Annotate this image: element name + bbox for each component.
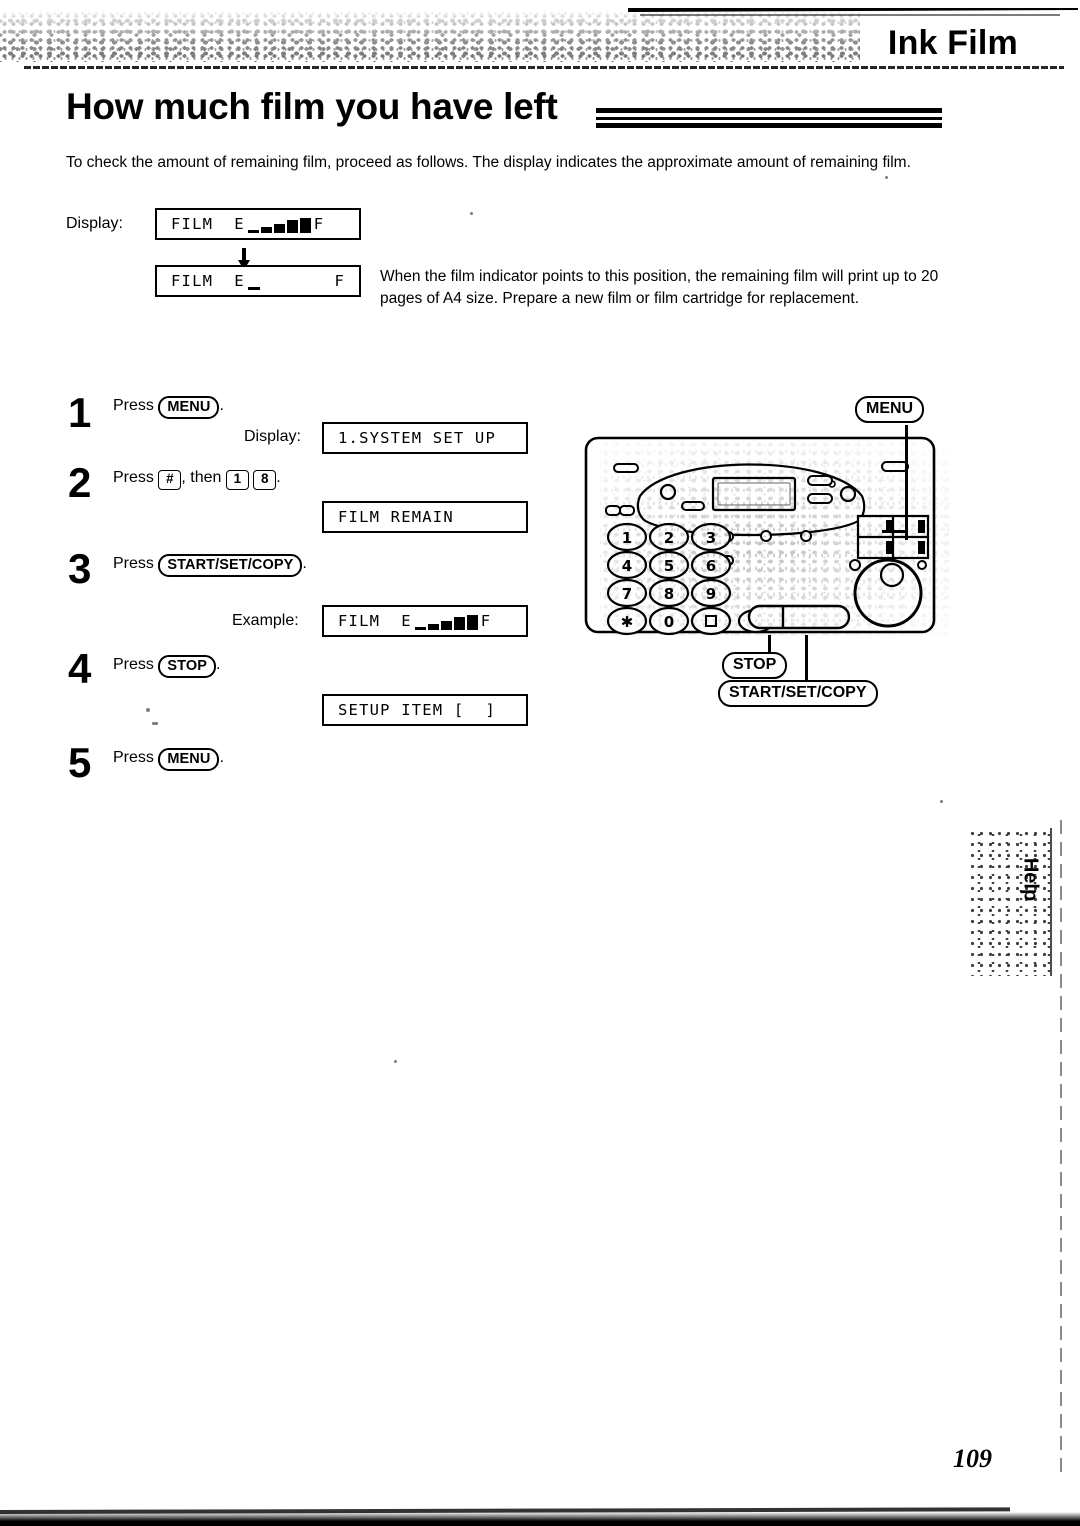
lcd-setup-item: SETUP ITEM [ ] <box>322 694 528 726</box>
film-low-note: When the film indicator points to this p… <box>380 268 939 307</box>
svg-text:7: 7 <box>622 585 632 603</box>
callout-stop[interactable]: STOP <box>722 652 788 680</box>
svg-text:5: 5 <box>664 557 674 575</box>
start-set-copy-button-caption[interactable]: START/SET/COPY <box>158 554 303 578</box>
scan-speck <box>146 708 150 712</box>
page-right-edge-marks <box>1060 820 1062 1480</box>
svg-text:0: 0 <box>664 613 674 631</box>
step-instruction-2: Press #, then 1 8. <box>113 468 281 490</box>
film-gauge-full <box>247 215 311 233</box>
page-number: 109 <box>953 1444 992 1473</box>
lcd-text-suffix: F <box>334 272 345 290</box>
svg-text:✱: ✱ <box>621 613 634 631</box>
lcd-film-full: FILM E F <box>155 208 361 240</box>
page-title: How much film you have left <box>66 86 558 127</box>
lcd-film-remain: FILM REMAIN <box>322 501 528 533</box>
svg-text:9: 9 <box>706 585 716 603</box>
key-1-caption[interactable]: 1 <box>225 470 249 490</box>
svg-text:2: 2 <box>664 529 674 547</box>
svg-text:4: 4 <box>622 557 632 575</box>
step-number-4: 4 <box>68 645 92 692</box>
step3-result-label: Example: <box>232 612 299 629</box>
callout-start-set-copy[interactable]: START/SET/COPY <box>718 680 878 708</box>
scan-speck <box>885 176 888 179</box>
display-label: Display: <box>66 215 123 232</box>
step1-result-label: Display: <box>244 428 301 445</box>
period: . <box>219 397 224 414</box>
svg-text:8: 8 <box>664 585 674 603</box>
step-instruction-1: Press MENU. <box>113 396 224 420</box>
callout-menu[interactable]: MENU <box>855 396 925 424</box>
leader-line-menu-hook <box>882 530 908 533</box>
scan-speck <box>940 800 943 803</box>
film-gauge-low <box>247 272 260 290</box>
hash-key-caption[interactable]: # <box>158 470 182 490</box>
period: . <box>276 469 281 486</box>
step-number-5: 5 <box>68 739 92 786</box>
then-label: , then <box>181 469 222 486</box>
period: . <box>302 555 307 572</box>
title-underline-rules <box>596 104 942 130</box>
chapter-title: Ink Film <box>887 24 1018 62</box>
intro-paragraph: To check the amount of remaining film, p… <box>66 154 911 171</box>
scan-noise-texture <box>0 12 860 62</box>
lcd-text-prefix: FILM E <box>338 612 412 630</box>
step-instruction-3: Press START/SET/COPY. <box>113 554 307 578</box>
step-number-3: 3 <box>68 545 92 592</box>
leader-line-start <box>805 635 808 682</box>
manual-page: Ink Film How much film you have left To … <box>0 0 1080 1526</box>
period: . <box>219 749 224 766</box>
press-label: Press <box>113 397 154 414</box>
press-label: Press <box>113 555 154 572</box>
stop-button-caption[interactable]: STOP <box>158 655 216 679</box>
svg-text:3: 3 <box>706 529 716 547</box>
press-label: Press <box>113 656 154 673</box>
scan-speck <box>470 212 473 215</box>
header-rule-bottom <box>24 66 1064 69</box>
lcd-text-suffix: F <box>313 215 325 233</box>
lcd-system-setup: 1.SYSTEM SET UP <box>322 422 528 454</box>
menu-button-caption[interactable]: MENU <box>158 748 220 772</box>
header-band: Ink Film <box>0 8 1080 70</box>
press-label: Press <box>113 749 154 766</box>
step-instruction-4: Press STOP. <box>113 655 221 679</box>
period: . <box>215 656 221 673</box>
lcd-text-suffix: F <box>480 612 492 630</box>
leader-line-menu <box>905 425 908 540</box>
help-tab-label: Help <box>1019 857 1042 902</box>
svg-text:6: 6 <box>706 557 716 575</box>
page-bottom-shadow <box>0 1512 1080 1526</box>
lcd-text-prefix: FILM E <box>171 272 245 290</box>
lcd-film-low: FILM E F <box>155 265 361 297</box>
svg-text:1: 1 <box>622 529 632 547</box>
scan-speck <box>394 1060 397 1063</box>
step-number-1: 1 <box>68 389 92 436</box>
menu-button-caption[interactable]: MENU <box>158 396 220 420</box>
key-8-caption[interactable]: 8 <box>253 470 277 490</box>
help-tab-edge-rule <box>1050 828 1052 976</box>
lcd-text-prefix: FILM E <box>171 215 245 233</box>
lcd-film-example: FILM E F <box>322 605 528 637</box>
press-label: Press <box>113 469 154 486</box>
step-number-2: 2 <box>68 459 92 506</box>
film-gauge-example <box>414 612 478 630</box>
scan-speck <box>152 722 158 725</box>
step-instruction-5: Press MENU. <box>113 748 224 772</box>
